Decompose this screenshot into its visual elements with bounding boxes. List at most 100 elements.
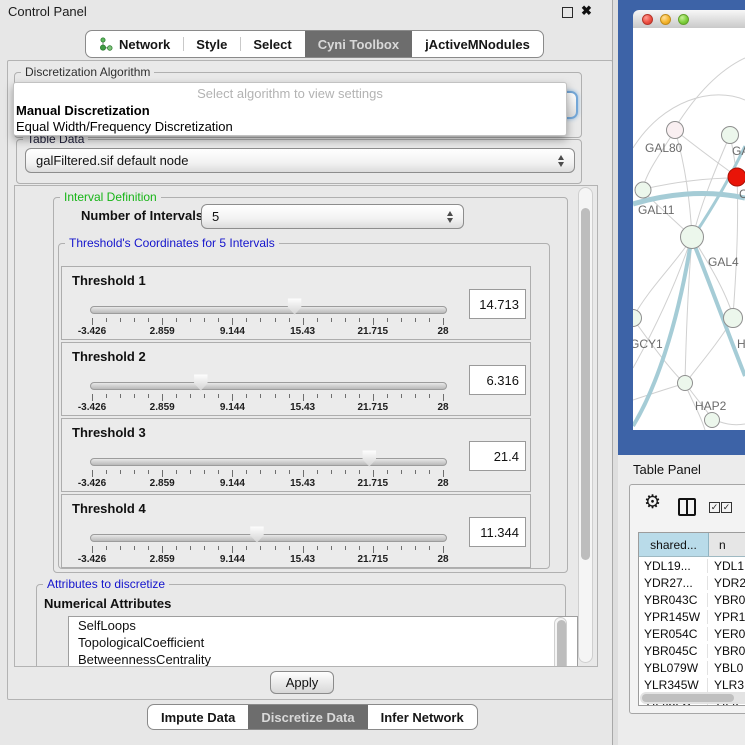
tab-network[interactable]: Network (86, 31, 183, 57)
table-cell-name[interactable]: YDR2 (708, 576, 745, 590)
table-row[interactable]: YDR27...YDR2 (639, 574, 745, 591)
zoom-traffic-light-icon[interactable] (678, 14, 689, 25)
node-gal11[interactable] (635, 182, 651, 198)
table-row[interactable]: YBL079WYBL0 (639, 659, 745, 676)
algorithm-option-manual[interactable]: Manual Discretization (16, 103, 150, 118)
tab-discretize-data[interactable]: Discretize Data (248, 705, 367, 729)
slider-tick-label: 2.859 (150, 478, 175, 489)
table-cell-shared-name[interactable]: YBR043C (639, 593, 708, 607)
table-data-combobox[interactable]: galFiltered.sif default node (25, 148, 575, 173)
tab-cyni-toolbox[interactable]: Cyni Toolbox (305, 31, 412, 57)
attributes-list-scrollbar[interactable] (554, 617, 567, 667)
tab-network-label: Network (119, 37, 170, 52)
slider-tick (120, 394, 121, 398)
table-row[interactable]: YDL19...YDL1 (639, 557, 745, 574)
network-graph: GAL80 GA C GAL11 GAL4 GCY1 H HAP2 (633, 28, 745, 430)
slider-tick (106, 546, 107, 550)
node-h[interactable] (724, 309, 743, 328)
table-data-selected-value: galFiltered.sif default node (36, 153, 188, 168)
table-cell-name[interactable]: YLR3 (708, 678, 745, 692)
apply-button[interactable]: Apply (270, 671, 334, 694)
table-row[interactable]: YBR043CYBR0 (639, 591, 745, 608)
table-row[interactable]: YLR345WYLR3 (639, 676, 745, 693)
slider-tick (232, 546, 233, 553)
numerical-attributes-list[interactable]: SelfLoopsTopologicalCoefficientBetweenne… (68, 616, 578, 667)
slider-tick (92, 470, 93, 477)
slider-tick-labels: -3.4262.8599.14415.4321.71528 (90, 326, 445, 338)
column-header-shared[interactable]: shared... (639, 533, 709, 556)
table-cell-shared-name[interactable]: YER054C (639, 627, 708, 641)
algorithm-placeholder-option[interactable]: Select algorithm to view settings (14, 86, 566, 101)
table-row[interactable]: YER054CYER0 (639, 625, 745, 642)
gear-icon[interactable] (644, 493, 661, 512)
table-cell-name[interactable]: YBR0 (708, 593, 745, 607)
slider-tick (246, 394, 247, 398)
slider-tick (303, 318, 304, 325)
node-gal80[interactable] (667, 122, 684, 139)
slider-tick (275, 546, 276, 550)
scrollbar-thumb[interactable] (581, 208, 590, 560)
table-cell-shared-name[interactable]: YBL079W (639, 661, 708, 675)
node-top-right[interactable] (722, 127, 739, 144)
slider-tick (443, 318, 444, 325)
checkbox-icon[interactable] (709, 502, 720, 513)
tab-select[interactable]: Select (240, 31, 304, 57)
table-cell-name[interactable]: YBL0 (708, 661, 745, 675)
tab-impute-data[interactable]: Impute Data (148, 705, 248, 729)
checkbox-icon[interactable] (721, 502, 732, 513)
node-hap2[interactable] (678, 376, 693, 391)
float-window-icon[interactable] (562, 7, 573, 18)
threshold-2-value-field[interactable] (469, 365, 526, 395)
slider-tick (387, 470, 388, 474)
tab-jactivemnodules[interactable]: jActiveMNodules (412, 31, 543, 57)
table-cell-name[interactable]: YER0 (708, 627, 745, 641)
attribute-list-item[interactable]: TopologicalCoefficient (69, 634, 577, 651)
table-cell-name[interactable]: YBR0 (708, 644, 745, 658)
table-cell-name[interactable]: YPR1 (708, 610, 745, 624)
attribute-list-item[interactable]: BetweennessCentrality (69, 651, 577, 667)
scrollbar-thumb[interactable] (557, 620, 566, 667)
slider-tick (331, 318, 332, 322)
table-cell-shared-name[interactable]: YDL19... (639, 559, 708, 573)
slider-tick-label: 15.43 (290, 478, 315, 489)
node-gal4[interactable] (681, 226, 704, 249)
table-row[interactable]: YPR145WYPR1 (639, 608, 745, 625)
number-of-intervals-combobox[interactable]: 5 (201, 204, 464, 229)
table-cell-shared-name[interactable]: YLR345W (639, 678, 708, 692)
table-header-row: shared... n (639, 533, 745, 557)
column-header-name[interactable]: n (709, 533, 745, 556)
table-row[interactable]: YBR045CYBR0 (639, 642, 745, 659)
attribute-list-item[interactable]: SelfLoops (69, 617, 577, 634)
threshold-2-slider-track[interactable] (90, 382, 447, 390)
network-canvas[interactable]: GAL80 GA C GAL11 GAL4 GCY1 H HAP2 (633, 28, 745, 430)
table-horizontal-scrollbar[interactable] (640, 692, 745, 704)
node-gcy1[interactable] (633, 310, 642, 327)
slider-tick (120, 318, 121, 322)
table-cell-shared-name[interactable]: YPR145W (639, 610, 708, 624)
threshold-4-slider-track[interactable] (90, 534, 447, 542)
table-cell-name[interactable]: YDL1 (708, 559, 745, 573)
node-selected-red[interactable] (728, 168, 745, 186)
network-window-titlebar[interactable] (633, 10, 745, 29)
table-cell-shared-name[interactable]: YDR27... (639, 576, 708, 590)
threshold-1-value-field[interactable] (469, 289, 526, 319)
threshold-4-value-field[interactable] (469, 517, 526, 547)
algorithm-dropdown-popup: Select algorithm to view settings Manual… (13, 82, 567, 136)
number-of-intervals-value: 5 (212, 209, 219, 224)
tab-style[interactable]: Style (183, 31, 240, 57)
slider-tick (204, 470, 205, 474)
settings-panel-scrollbar[interactable] (578, 187, 593, 663)
table-cell-shared-name[interactable]: YBR045C (639, 644, 708, 658)
scrollbar-thumb[interactable] (642, 694, 734, 702)
threshold-3-value-field[interactable] (469, 441, 526, 471)
minimize-traffic-light-icon[interactable] (660, 14, 671, 25)
close-icon[interactable] (581, 3, 592, 19)
node-attribute-table[interactable]: shared... n YDL19...YDL1YDR27...YDR2YBR0… (638, 532, 745, 706)
algorithm-option-equal-width[interactable]: Equal Width/Frequency Discretization (16, 119, 233, 134)
columns-icon[interactable] (678, 498, 696, 516)
threshold-1-slider-track[interactable] (90, 306, 447, 314)
close-traffic-light-icon[interactable] (642, 14, 653, 25)
node-bottom-partial[interactable] (705, 413, 720, 428)
tab-infer-network[interactable]: Infer Network (368, 705, 477, 729)
threshold-3-slider-track[interactable] (90, 458, 447, 466)
